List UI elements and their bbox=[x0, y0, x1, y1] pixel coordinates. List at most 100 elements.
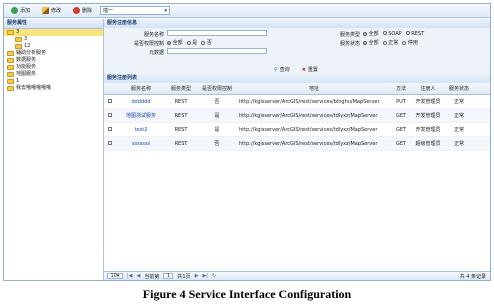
add-button[interactable]: 添加 bbox=[7, 5, 34, 17]
col-header[interactable]: 地址 bbox=[238, 83, 390, 95]
status-normal-radio[interactable]: 正常 bbox=[382, 39, 398, 46]
query-button[interactable]: ⚲ 查询 bbox=[274, 66, 290, 74]
permission-no-radio[interactable]: 否 bbox=[201, 39, 212, 46]
folder-icon bbox=[7, 65, 14, 70]
table-cell: http://kgisserver/ArcGIS/rest/services/b… bbox=[238, 94, 390, 109]
table-cell: REST bbox=[166, 94, 196, 109]
col-header[interactable]: 是否权限控制 bbox=[196, 83, 238, 95]
tree-item[interactable]: 1 bbox=[4, 78, 103, 85]
chevron-down-icon: ▾ bbox=[164, 7, 168, 14]
page-size-select[interactable]: 10 ▾ bbox=[107, 273, 123, 279]
tree-item-label: 1 bbox=[16, 78, 20, 84]
status-disabled-radio[interactable]: 停用 bbox=[402, 39, 418, 46]
type-soap-radio[interactable]: SOAP bbox=[382, 31, 402, 37]
row-checkbox[interactable] bbox=[108, 98, 112, 103]
row-select-cell bbox=[104, 122, 116, 137]
page-prefix: 当前第 bbox=[144, 273, 160, 280]
reset-button[interactable]: ✖ 重置 bbox=[301, 66, 318, 74]
total-records: 共 4 条记录 bbox=[459, 273, 486, 280]
folder-icon bbox=[15, 37, 22, 42]
permission-all-radio[interactable]: 全部 bbox=[167, 39, 183, 46]
page-number-input[interactable]: 1 bbox=[163, 273, 174, 279]
row-checkbox[interactable] bbox=[108, 126, 112, 131]
type-all-radio[interactable]: 全部 bbox=[363, 30, 379, 37]
folder-icon bbox=[7, 72, 14, 77]
pagination-bar: 10 ▾ |◀ ◀ 当前第 1 共1页 ▶ ▶| ↻ 共 4 条记录 bbox=[104, 271, 490, 280]
table-cell[interactable]: 地图测试服务 bbox=[116, 108, 166, 123]
table-cell: http://kgisserver/ArcGIS/rest/services/t… bbox=[238, 122, 390, 137]
table-cell: REST bbox=[166, 108, 196, 123]
table-cell: 开发管理员 bbox=[412, 94, 444, 109]
table-cell[interactable]: dddddd bbox=[116, 94, 166, 109]
folder-icon bbox=[7, 86, 14, 91]
next-page-icon[interactable]: ▶ bbox=[195, 273, 199, 279]
metadata-input[interactable] bbox=[167, 48, 267, 54]
page-suffix: 共1页 bbox=[177, 273, 191, 280]
reset-icon: ✖ bbox=[301, 66, 306, 73]
row-checkbox[interactable] bbox=[108, 112, 112, 117]
delete-icon bbox=[73, 7, 81, 14]
folder-icon bbox=[7, 79, 14, 84]
col-header[interactable]: 注册人 bbox=[412, 83, 444, 95]
row-spacer bbox=[474, 136, 490, 151]
pencil-icon bbox=[42, 7, 50, 14]
row-checkbox[interactable] bbox=[108, 140, 112, 145]
tree-item-label: 12 bbox=[24, 43, 31, 49]
category-select[interactable]: 插一 ▾ bbox=[100, 6, 171, 15]
tree-item-label: 我去哦哦哦哦哦 bbox=[16, 85, 52, 91]
first-page-icon[interactable]: |◀ bbox=[127, 273, 133, 279]
permission-label: 是否权限控制 bbox=[133, 41, 164, 47]
delete-button[interactable]: 删除 bbox=[69, 5, 96, 17]
table-row[interactable]: dddddd REST 否 http://kgisserver/ArcGIS/rest… bbox=[104, 94, 490, 109]
table-row[interactable]: sssssss REST 否 http://kgisserver/ArcGIS/res… bbox=[104, 136, 490, 151]
row-select-cell bbox=[104, 94, 116, 109]
table-cell[interactable]: sssssss bbox=[116, 136, 166, 151]
tree-item-label: 功能服务 bbox=[16, 64, 37, 70]
folder-icon bbox=[7, 58, 14, 63]
table-cell: 是 bbox=[196, 108, 238, 123]
tree-item[interactable]: 功能服务 bbox=[4, 64, 103, 71]
table-row[interactable]: 地图测试服务 REST 是 http://kgisserver/ArcGIS/rest… bbox=[104, 108, 490, 123]
col-header[interactable]: 服务状态 bbox=[444, 83, 474, 95]
table-cell: 正常 bbox=[444, 94, 474, 109]
permission-radio-group: 全部 是 否 bbox=[167, 39, 212, 46]
tree-item[interactable]: 3 bbox=[4, 36, 103, 43]
table-cell: 正常 bbox=[444, 108, 474, 123]
prev-page-icon[interactable]: ◀ bbox=[137, 273, 141, 279]
figure-caption: Figure 4 Service Interface Configuration bbox=[142, 287, 352, 301]
service-status-label: 服务状态 bbox=[339, 41, 360, 47]
col-header[interactable]: 服务名称 bbox=[116, 83, 166, 95]
edit-button[interactable]: 修改 bbox=[38, 5, 65, 17]
table-cell: http://kgisserver/ArcGIS/rest/services/t… bbox=[238, 136, 390, 151]
table-row[interactable]: test2 REST 是 http://kgisserver/ArcGIS/rest/… bbox=[104, 122, 490, 137]
permission-yes-radio[interactable]: 是 bbox=[186, 39, 197, 46]
tree-item[interactable]: 3 bbox=[4, 29, 103, 36]
col-header[interactable]: 方法 bbox=[390, 83, 412, 95]
row-spacer bbox=[474, 94, 490, 109]
tree-item[interactable]: 地图服务 bbox=[4, 71, 103, 78]
table-cell: GET bbox=[390, 108, 412, 123]
search-icon: ⚲ bbox=[274, 66, 278, 73]
tree-item[interactable]: 我去哦哦哦哦哦 bbox=[4, 85, 103, 92]
service-tree-panel: 服务属性 3 3 12 辅助分析服务 数据服务 功能服务 地图服务 1 我去哦哦哦哦哦 bbox=[4, 19, 104, 280]
tree-item[interactable]: 数据服务 bbox=[4, 57, 103, 64]
table-cell[interactable]: test2 bbox=[116, 122, 166, 137]
table-cell: 否 bbox=[196, 94, 238, 109]
type-rest-radio[interactable]: REST bbox=[405, 31, 424, 37]
status-all-radio[interactable]: 全部 bbox=[363, 39, 379, 46]
col-header[interactable]: 服务类型 bbox=[166, 83, 196, 95]
select-all-checkbox[interactable] bbox=[104, 83, 116, 95]
tree-item[interactable]: 12 bbox=[4, 43, 103, 50]
last-page-icon[interactable]: ▶| bbox=[202, 273, 208, 279]
tree-item-label: 数据服务 bbox=[16, 57, 37, 63]
table-cell: 是 bbox=[196, 122, 238, 137]
tree-item-label: 地图服务 bbox=[16, 71, 37, 77]
refresh-icon[interactable]: ↻ bbox=[212, 273, 216, 279]
folder-icon bbox=[7, 51, 14, 56]
service-name-input[interactable] bbox=[167, 30, 267, 36]
form-actions: ⚲ 查询 ✖ 重置 bbox=[274, 66, 318, 74]
table-cell: PUT bbox=[390, 94, 412, 109]
col-header-spacer bbox=[474, 83, 490, 95]
row-select-cell bbox=[104, 136, 116, 151]
tree-item[interactable]: 辅助分析服务 bbox=[4, 50, 103, 57]
